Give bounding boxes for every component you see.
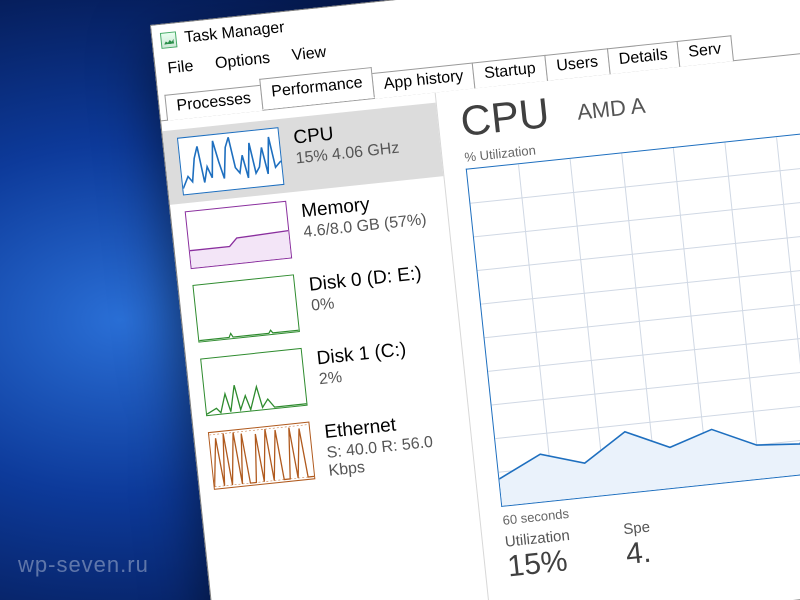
stat-utilization-value: 15% <box>506 544 574 585</box>
memory-thumb-chart <box>185 201 293 269</box>
ethernet-thumb-chart <box>208 422 316 490</box>
taskmanager-icon <box>160 31 178 49</box>
task-manager-window: Task Manager File Options View Processes… <box>150 0 800 600</box>
watermark-text: wp-seven.ru <box>18 552 149 578</box>
stat-utilization: Utilization 15% <box>504 527 574 585</box>
detail-heading: CPU <box>458 89 551 146</box>
cpu-thumb-chart <box>177 127 285 195</box>
menu-file[interactable]: File <box>163 55 199 80</box>
cpu-detail-pane: CPU AMD A % Utilization <box>436 36 800 600</box>
cpu-utilization-chart <box>466 114 800 506</box>
stat-speed-value: 4. <box>624 535 654 572</box>
disk0-thumb-chart <box>192 274 300 342</box>
performance-pane: CPU 15% 4.06 GHz Memory 4.6/8.0 GB (57%) <box>161 35 800 600</box>
detail-cpu-model: AMD A <box>576 93 647 126</box>
stat-speed: Spe 4. <box>623 519 655 573</box>
window-title: Task Manager <box>184 19 286 47</box>
disk1-thumb-chart <box>200 348 308 416</box>
menu-view[interactable]: View <box>287 41 331 67</box>
